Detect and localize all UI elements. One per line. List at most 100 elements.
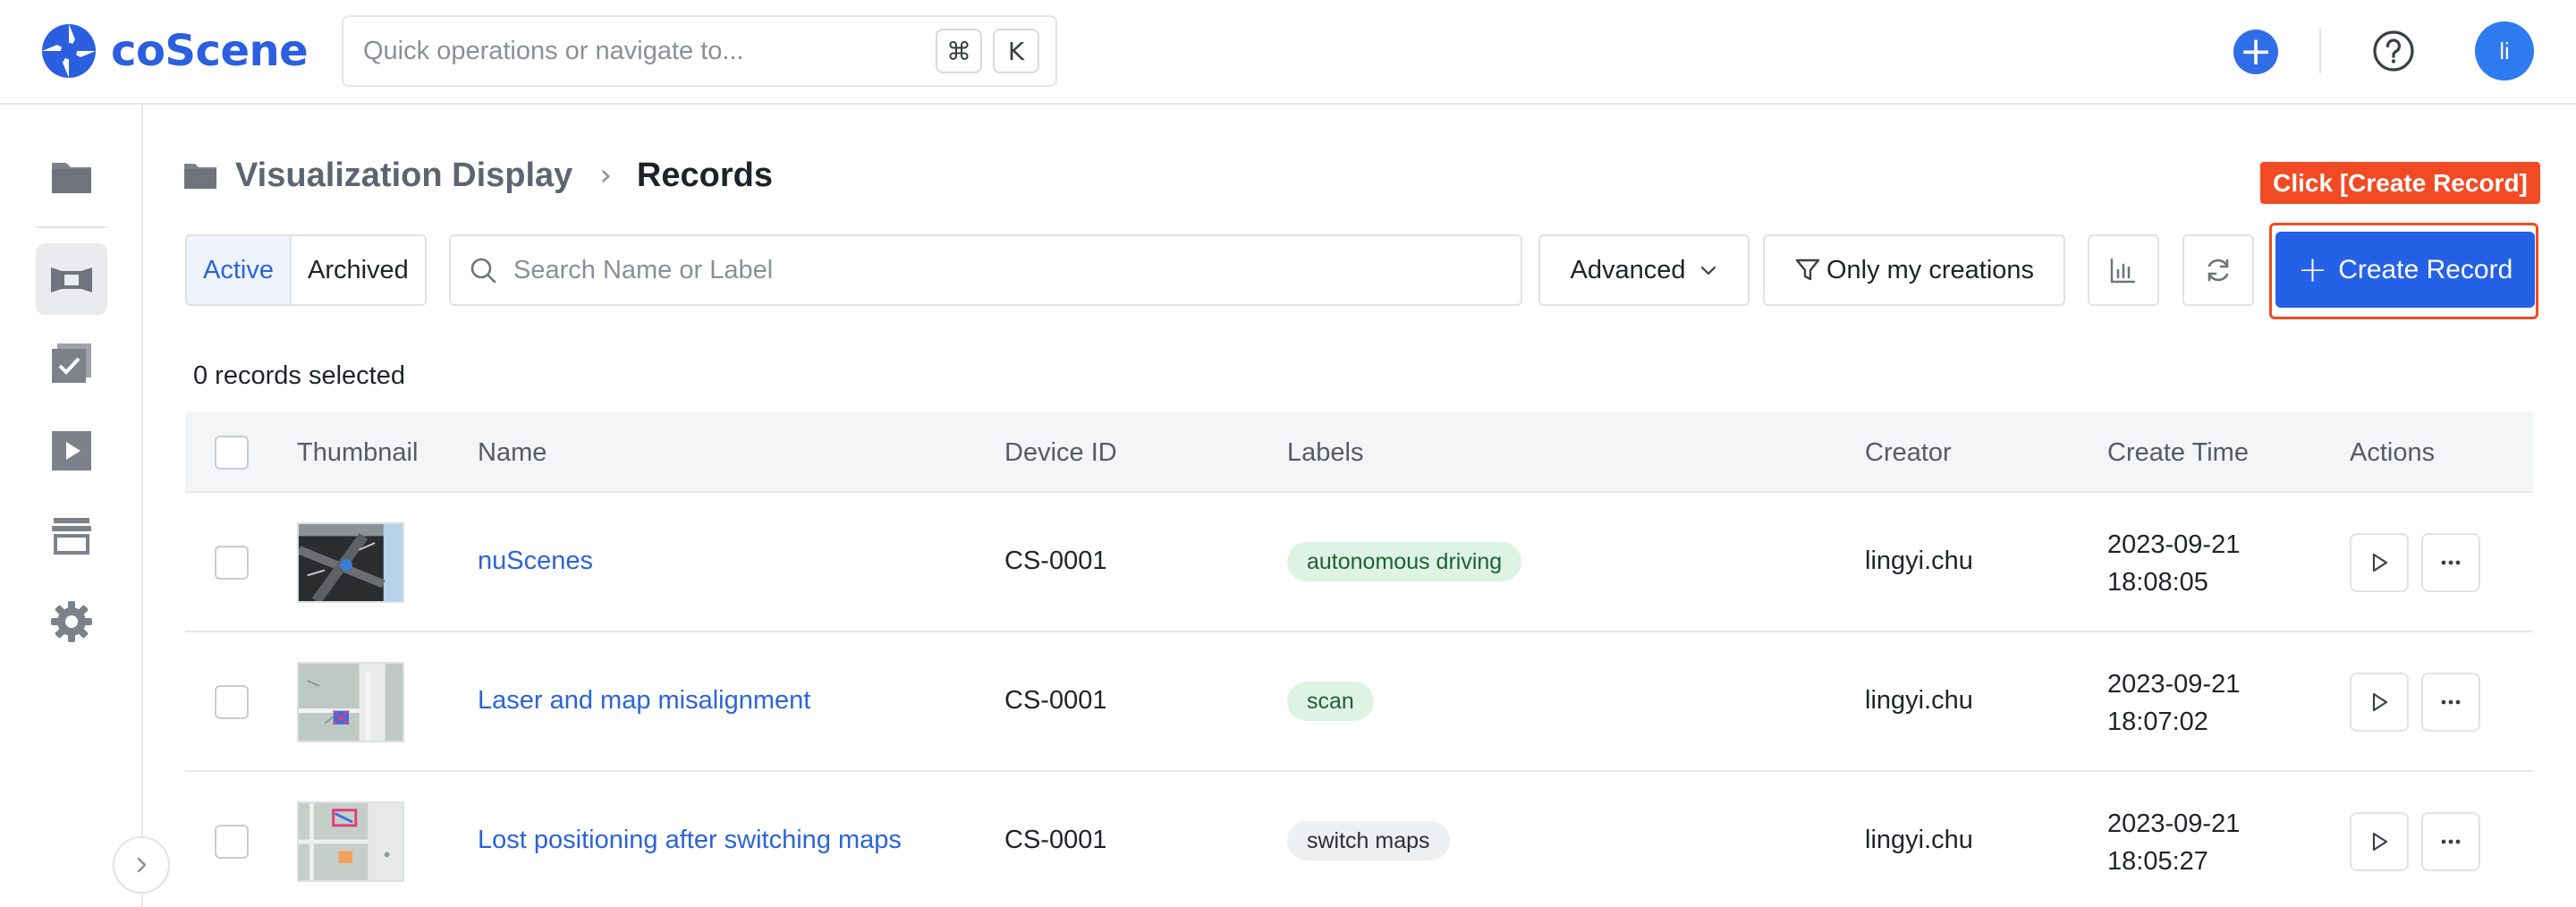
create-clock: 18:05:27 <box>2107 847 2208 876</box>
page-title: Records <box>636 156 773 194</box>
search-placeholder: Search Name or Label <box>513 255 774 284</box>
column-header-actions: Actions <box>2350 438 2436 467</box>
device-id: CS-0001 <box>1004 686 1107 715</box>
archive-icon <box>52 518 91 555</box>
filter-icon <box>1795 259 1820 281</box>
shortcut-k-key: K <box>993 29 1039 73</box>
shortcut-command-key: ⌘ <box>936 29 982 73</box>
create-time: 2023-09-21 18:07:02 <box>2107 665 2240 741</box>
chevron-down-icon <box>1700 266 1716 275</box>
coscene-logo-icon <box>42 24 96 78</box>
sidebar-item-tasks[interactable] <box>36 327 107 399</box>
label-tag[interactable]: autonomous driving <box>1287 542 1522 581</box>
column-header-creator[interactable]: Creator <box>1865 438 1952 468</box>
create-time: 2023-09-21 18:05:27 <box>2107 805 2240 880</box>
more-actions-button[interactable] <box>2421 673 2480 732</box>
creator: lingyi.chu <box>1865 547 1973 575</box>
user-avatar[interactable]: li <box>2475 21 2534 81</box>
label-tag[interactable]: scan <box>1287 682 1374 721</box>
left-sidebar <box>0 105 170 907</box>
statistics-button[interactable] <box>2088 234 2159 306</box>
help-icon[interactable] <box>2371 29 2416 73</box>
records-icon <box>51 267 92 292</box>
row-checkbox[interactable] <box>215 825 249 859</box>
tab-archived[interactable]: Archived <box>291 236 425 304</box>
table-header: Thumbnail Name Device ID Labels Creator … <box>185 412 2533 493</box>
play-icon <box>2372 553 2388 572</box>
coscene-logo[interactable]: coScene <box>39 20 309 82</box>
column-header-create-time[interactable]: Create Time <box>2107 438 2249 468</box>
create-date: 2023-09-21 <box>2107 670 2241 699</box>
table-row[interactable]: Lost positioning after switching maps CS… <box>185 772 2533 907</box>
create-date: 2023-09-21 <box>2107 810 2241 838</box>
play-icon <box>2372 692 2388 712</box>
create-clock: 18:07:02 <box>2107 708 2208 736</box>
record-search-input[interactable]: Search Name or Label <box>449 234 1522 306</box>
play-record-button[interactable] <box>2350 812 2409 871</box>
sidebar-item-records[interactable] <box>36 243 107 315</box>
record-name-link[interactable]: Laser and map misalignment <box>478 686 810 716</box>
breadcrumb: Visualization Display › Records <box>183 150 773 200</box>
select-all-checkbox[interactable] <box>215 436 249 470</box>
sidebar-item-archive[interactable] <box>36 500 107 572</box>
tab-active[interactable]: Active <box>187 236 292 304</box>
more-dots-icon <box>2441 560 2461 565</box>
record-thumbnail[interactable] <box>297 801 404 882</box>
sidebar-divider <box>36 226 107 228</box>
logo-text: coScene <box>111 26 309 76</box>
column-header-device-id[interactable]: Device ID <box>1004 438 1117 468</box>
records-table: Thumbnail Name Device ID Labels Creator … <box>185 412 2533 907</box>
tasks-check-icon <box>52 343 91 383</box>
refresh-button[interactable] <box>2182 234 2254 306</box>
record-thumbnail[interactable] <box>297 522 404 603</box>
more-actions-button[interactable] <box>2421 533 2480 592</box>
add-icon[interactable]: + <box>2233 30 2278 74</box>
sidebar-item-playback[interactable] <box>36 415 107 487</box>
sidebar-item-projects[interactable] <box>36 142 107 214</box>
row-checkbox[interactable] <box>215 546 249 580</box>
gear-icon <box>51 601 92 642</box>
column-header-thumbnail: Thumbnail <box>297 438 419 467</box>
sidebar-collapse-button[interactable] <box>113 836 170 894</box>
create-time: 2023-09-21 18:08:05 <box>2107 526 2240 601</box>
header-divider <box>2319 29 2321 73</box>
create-clock: 18:08:05 <box>2107 568 2208 597</box>
table-row[interactable]: Laser and map misalignment CS-0001 scan … <box>185 632 2533 772</box>
top-header: coScene Quick operations or navigate to.… <box>0 0 2576 105</box>
table-row[interactable]: nuScenes CS-0001 autonomous driving ling… <box>185 493 2533 632</box>
selected-count-text: 0 records selected <box>193 361 405 390</box>
play-icon <box>2372 832 2388 852</box>
breadcrumb-chevron-icon: › <box>599 157 612 193</box>
annotation-tooltip: Click [Create Record] <box>2260 162 2540 204</box>
column-header-name[interactable]: Name <box>478 438 547 468</box>
record-name-link[interactable]: nuScenes <box>478 547 593 576</box>
record-status-tabs: Active Archived <box>185 234 427 306</box>
record-thumbnail[interactable] <box>297 662 404 742</box>
quick-search-placeholder: Quick operations or navigate to... <box>363 36 744 65</box>
row-checkbox[interactable] <box>215 685 249 719</box>
label-tag[interactable]: switch maps <box>1287 821 1450 860</box>
play-icon <box>52 431 91 470</box>
folder-icon <box>184 164 216 189</box>
chevron-right-icon <box>137 857 147 873</box>
quick-search-input[interactable]: Quick operations or navigate to... ⌘ K <box>342 15 1057 87</box>
sidebar-item-settings[interactable] <box>36 586 107 657</box>
only-my-creations-label: Only my creations <box>1826 255 2035 284</box>
column-header-labels: Labels <box>1287 438 1364 467</box>
create-date: 2023-09-21 <box>2107 530 2241 559</box>
play-record-button[interactable] <box>2350 673 2409 732</box>
create-record-button[interactable]: + Create Record <box>2275 232 2535 308</box>
device-id: CS-0001 <box>1004 826 1107 854</box>
more-actions-button[interactable] <box>2421 812 2480 871</box>
only-my-creations-button[interactable]: Only my creations <box>1763 234 2065 306</box>
more-dots-icon <box>2441 699 2461 705</box>
device-id: CS-0001 <box>1004 547 1107 575</box>
play-record-button[interactable] <box>2350 533 2409 592</box>
creator: lingyi.chu <box>1865 826 1973 854</box>
record-name-link[interactable]: Lost positioning after switching maps <box>478 826 902 855</box>
search-icon <box>470 258 496 284</box>
breadcrumb-project-link[interactable]: Visualization Display <box>235 157 572 195</box>
plus-icon: + <box>2297 249 2328 291</box>
advanced-filter-button[interactable]: Advanced <box>1538 234 1750 306</box>
advanced-filter-label: Advanced <box>1570 255 1686 284</box>
